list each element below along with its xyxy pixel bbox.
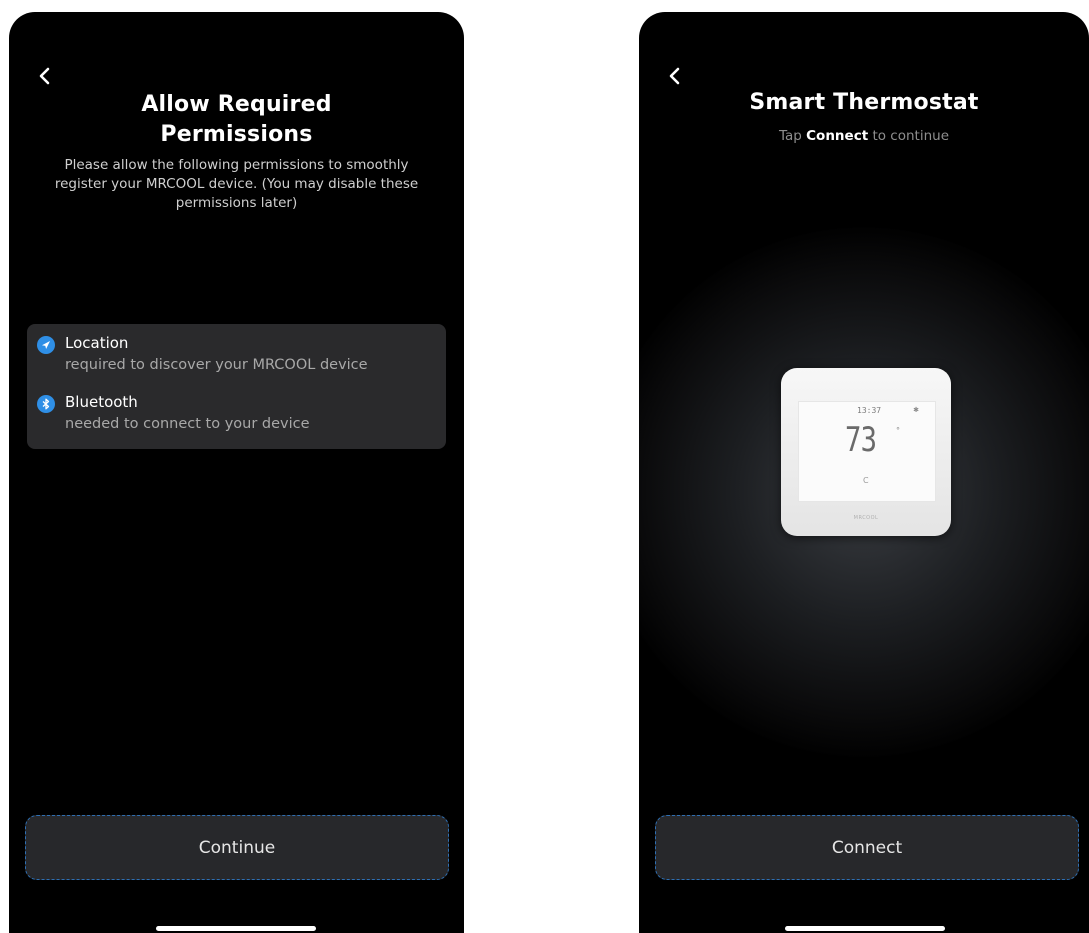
subtitle-suffix: to continue: [872, 128, 949, 144]
back-button[interactable]: [663, 64, 687, 88]
page-title: Smart Thermostat: [749, 90, 979, 115]
permission-title: Bluetooth: [65, 393, 138, 411]
chevron-left-icon: [669, 67, 680, 85]
location-arrow-icon: [37, 336, 55, 354]
degree-icon: °: [896, 426, 900, 435]
thermostat-temperature: 73: [845, 420, 877, 460]
thermostat-time: 13:37: [857, 406, 882, 415]
thermostat-status-icon: ✱: [913, 406, 919, 414]
home-indicator: [156, 926, 316, 931]
continue-button[interactable]: Continue: [25, 815, 449, 880]
subtitle-connect-word: Connect: [806, 128, 869, 144]
thermostat-brand: MRCOOL: [853, 515, 879, 521]
thermostat-mode: C: [863, 476, 869, 485]
permission-description: needed to connect to your device: [65, 416, 310, 432]
thermostat-display: 13:37 ✱ 73 ° C: [798, 401, 936, 502]
bluetooth-icon: [37, 395, 55, 413]
connect-screen: Smart Thermostat Tap Connect to continue…: [639, 12, 1089, 933]
home-indicator: [785, 926, 945, 931]
permission-description: required to discover your MRCOOL device: [65, 357, 368, 373]
permissions-screen: Allow Required Permissions Please allow …: [9, 12, 464, 933]
thermostat-image: 13:37 ✱ 73 ° C MRCOOL: [781, 368, 951, 536]
chevron-left-icon: [39, 67, 50, 85]
page-description: Please allow the following permissions t…: [54, 157, 419, 211]
back-button[interactable]: [33, 64, 57, 88]
page-subtitle: Tap Connect to continue: [639, 128, 1089, 144]
subtitle-prefix: Tap: [778, 128, 802, 144]
permission-title: Location: [65, 334, 129, 352]
permissions-card: Location required to discover your MRCOO…: [27, 324, 446, 449]
connect-button[interactable]: Connect: [655, 815, 1079, 880]
page-title: Allow Required Permissions: [141, 92, 332, 147]
